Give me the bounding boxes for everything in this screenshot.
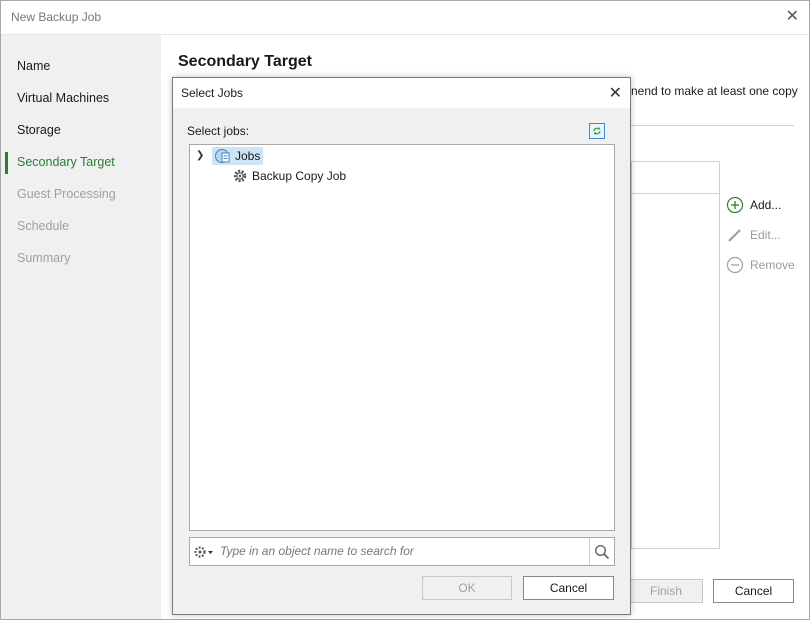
jobs-tree[interactable]: ❯ Jobs Backup Copy Job bbox=[189, 144, 615, 531]
step-virtual-machines[interactable]: Virtual Machines bbox=[17, 91, 109, 105]
ok-button[interactable]: OK bbox=[422, 576, 512, 600]
page-title: Secondary Target bbox=[178, 53, 312, 70]
window-titlebar: New Backup Job ✕ bbox=[1, 1, 809, 35]
tree-node-backup-copy-job-label: Backup Copy Job bbox=[252, 169, 347, 183]
gear-icon bbox=[233, 169, 247, 183]
pencil-icon bbox=[728, 229, 741, 242]
remove-label: Remove bbox=[750, 258, 795, 272]
add-icon bbox=[726, 196, 744, 214]
tree-node-jobs-label: Jobs bbox=[235, 149, 261, 163]
search-input[interactable] bbox=[220, 542, 580, 560]
dialog-titlebar: Select Jobs ✕ bbox=[173, 78, 630, 108]
jobs-folder-icon bbox=[215, 149, 230, 163]
add-label: Add... bbox=[750, 198, 782, 212]
dialog-title: Select Jobs bbox=[181, 86, 244, 100]
gear-dropdown-icon bbox=[194, 545, 213, 558]
chevron-down-icon[interactable]: ❯ bbox=[196, 150, 204, 161]
wizard-cancel-button[interactable]: Cancel bbox=[713, 579, 794, 603]
search-button[interactable] bbox=[589, 538, 614, 565]
wizard-steps-sidebar: Name Virtual Machines Storage Secondary … bbox=[1, 35, 161, 619]
search-options-button[interactable] bbox=[190, 538, 218, 565]
edit-label: Edit... bbox=[750, 228, 781, 242]
finish-button[interactable]: Finish bbox=[629, 579, 703, 603]
step-storage[interactable]: Storage bbox=[17, 123, 61, 137]
dialog-close-icon[interactable]: ✕ bbox=[609, 83, 622, 103]
step-schedule: Schedule bbox=[17, 219, 70, 233]
step-summary: Summary bbox=[17, 251, 71, 265]
search-icon bbox=[594, 544, 610, 559]
remove-icon bbox=[726, 256, 744, 274]
tree-node-jobs[interactable]: Jobs bbox=[212, 147, 264, 165]
search-box bbox=[189, 537, 615, 566]
refresh-glyph bbox=[593, 127, 601, 135]
select-jobs-label: Select jobs: bbox=[187, 124, 250, 138]
header-divider bbox=[631, 125, 794, 126]
secondary-targets-list[interactable] bbox=[631, 161, 720, 549]
remove-button[interactable]: Remove bbox=[726, 256, 795, 274]
dialog-cancel-button[interactable]: Cancel bbox=[523, 576, 614, 600]
add-button[interactable]: Add... bbox=[726, 196, 781, 214]
edit-button[interactable]: Edit... bbox=[726, 226, 781, 244]
refresh-icon[interactable] bbox=[589, 123, 605, 139]
window-title: New Backup Job bbox=[11, 10, 102, 24]
step-secondary-target[interactable]: Secondary Target bbox=[17, 155, 115, 169]
window-close-icon[interactable]: ✕ bbox=[786, 6, 799, 26]
active-step-indicator bbox=[5, 152, 8, 174]
select-jobs-dialog: Select Jobs ✕ Select jobs: ❯ Jobs Backup… bbox=[172, 77, 631, 615]
step-guest-processing: Guest Processing bbox=[17, 187, 116, 201]
list-header bbox=[632, 162, 719, 194]
page-description: nend to make at least one copy bbox=[631, 84, 798, 98]
tree-node-backup-copy-job[interactable]: Backup Copy Job bbox=[232, 168, 346, 184]
step-name[interactable]: Name bbox=[17, 59, 50, 73]
